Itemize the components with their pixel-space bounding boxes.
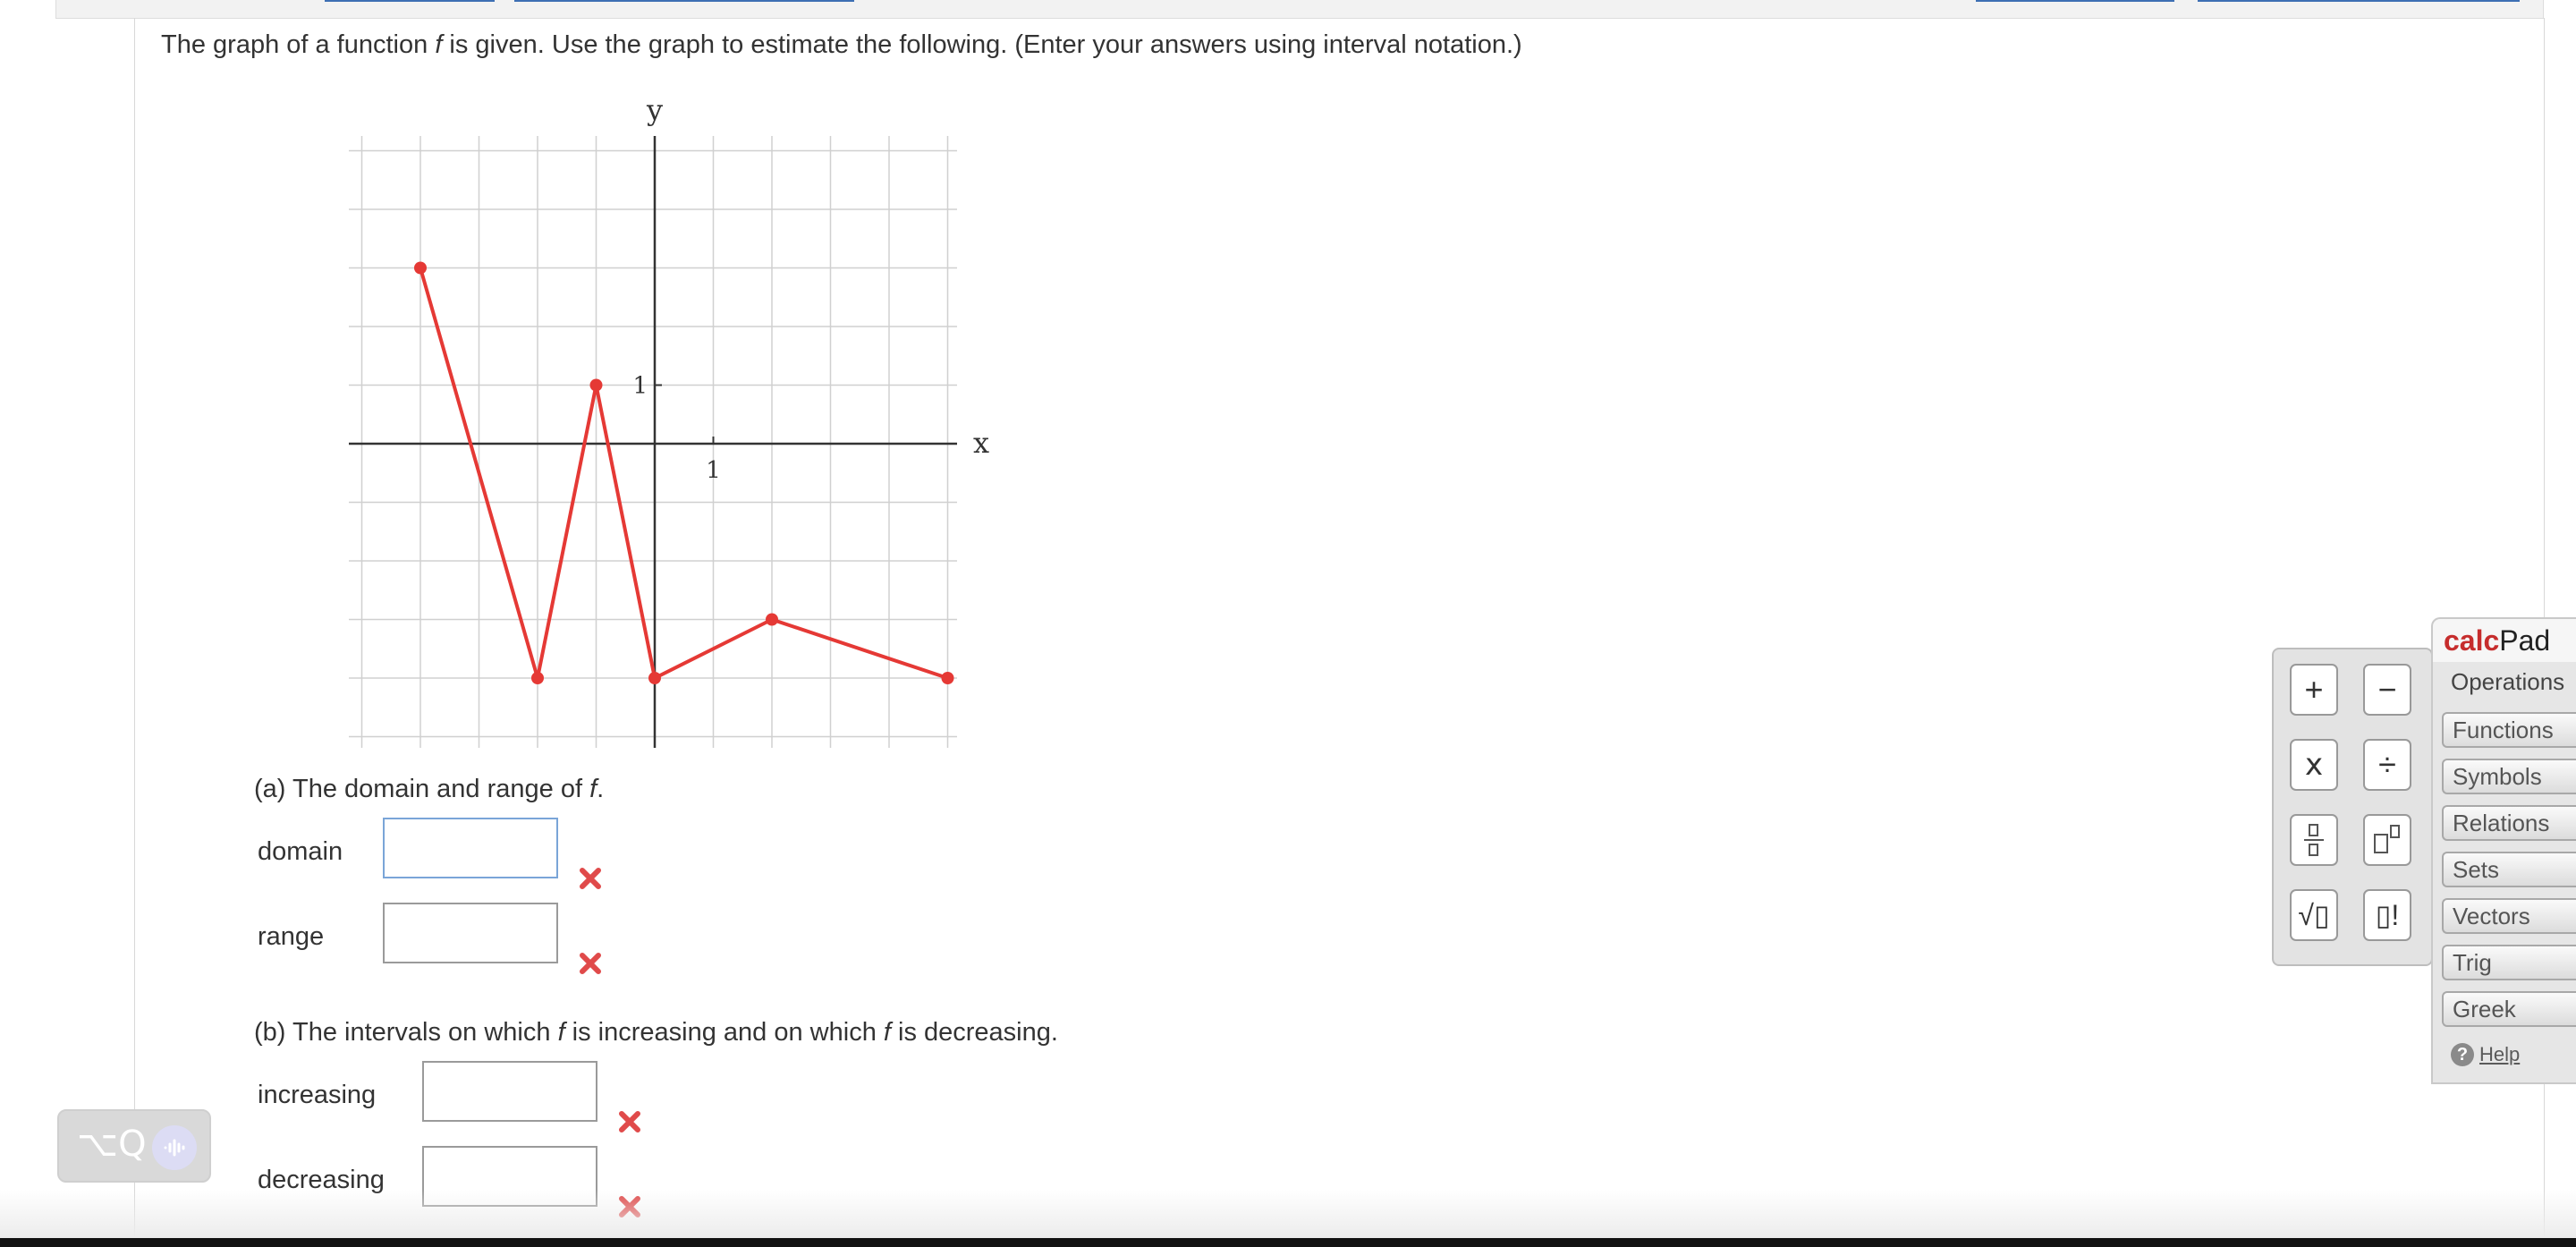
- floating-shortcut-widget[interactable]: ⌥Q: [57, 1109, 211, 1183]
- grid: [349, 136, 957, 748]
- factorial-key[interactable]: ▯!: [2363, 889, 2411, 941]
- part-b-prompt: (b) The intervals on which f is increasi…: [254, 1018, 1058, 1048]
- function-name: f: [883, 1018, 891, 1047]
- x-mark-icon: [619, 1111, 640, 1132]
- fraction-icon: [2304, 824, 2324, 856]
- help-link-group[interactable]: ? Help: [2451, 1043, 2520, 1066]
- divide-key[interactable]: ÷: [2363, 739, 2411, 791]
- increasing-label: increasing: [258, 1081, 377, 1109]
- help-link[interactable]: Help: [2479, 1043, 2520, 1066]
- part-a-text: (a) The domain and range of: [254, 775, 590, 803]
- top-tab-indicator: [514, 0, 854, 2]
- calcpad-keys-panel: + − x ÷ √▯ ▯!: [2272, 648, 2433, 966]
- function-graph: y x 1 1: [349, 93, 989, 748]
- x-tick-label: 1: [706, 457, 721, 484]
- bottom-bar: [0, 1238, 2576, 1247]
- closed-point: [941, 672, 954, 684]
- tab-greek[interactable]: Greek: [2442, 991, 2576, 1027]
- axes: [349, 136, 957, 748]
- calcpad-title-pad: Pad: [2499, 624, 2551, 657]
- tab-sets[interactable]: Sets: [2442, 852, 2576, 887]
- y-axis-label: y: [646, 93, 663, 127]
- top-tab-indicator: [2198, 0, 2520, 2]
- content-left-border: [134, 18, 135, 1247]
- question-mark-icon: ?: [2451, 1043, 2474, 1066]
- part-b-text: (b) The intervals on which: [254, 1018, 558, 1047]
- function-name: f: [557, 1018, 565, 1047]
- exponent-icon: [2374, 825, 2400, 853]
- minus-key[interactable]: −: [2363, 664, 2411, 716]
- plus-key[interactable]: +: [2290, 664, 2338, 716]
- question-text-end: is given. Use the graph to estimate the …: [442, 30, 1522, 59]
- question-text-start: The graph of a function: [161, 30, 436, 59]
- fraction-key[interactable]: [2290, 814, 2338, 866]
- multiply-key[interactable]: x: [2290, 739, 2338, 791]
- tab-trig[interactable]: Trig: [2442, 945, 2576, 980]
- top-tab-indicator: [325, 0, 495, 2]
- part-b-text: is decreasing.: [890, 1018, 1058, 1047]
- tab-functions[interactable]: Functions: [2442, 712, 2576, 748]
- y-tick-label: 1: [632, 373, 648, 400]
- part-a-prompt: (a) The domain and range of f.: [254, 775, 604, 804]
- part-b-text: is increasing and on which: [564, 1018, 884, 1047]
- voice-icon[interactable]: [152, 1125, 197, 1170]
- function-curve: [419, 267, 949, 681]
- increasing-input[interactable]: [422, 1061, 597, 1122]
- x-mark-icon: [580, 868, 601, 889]
- exponent-key[interactable]: [2363, 814, 2411, 866]
- closed-point: [414, 261, 427, 275]
- question-text: The graph of a function f is given. Use …: [161, 30, 1522, 60]
- calcpad-title-calc: calc: [2444, 624, 2500, 657]
- range-input[interactable]: [383, 903, 558, 963]
- calcpad-title: calcPad: [2444, 624, 2550, 657]
- range-label: range: [258, 922, 325, 951]
- closed-point: [531, 672, 544, 684]
- waveform-icon: [164, 1139, 185, 1157]
- top-tab-indicator: [1976, 0, 2174, 2]
- x-mark-icon: [580, 953, 601, 974]
- shortcut-label: ⌥Q: [77, 1124, 147, 1165]
- function-name: f: [589, 775, 597, 803]
- x-axis-label: x: [973, 426, 989, 460]
- tab-relations[interactable]: Relations: [2442, 805, 2576, 841]
- tab-symbols[interactable]: Symbols: [2442, 759, 2576, 794]
- top-toolbar-strip: [55, 0, 2544, 19]
- closed-point: [648, 672, 661, 684]
- bottom-fade: [0, 1190, 2576, 1238]
- closed-point: [766, 613, 778, 626]
- curve-points: [414, 261, 954, 684]
- tab-vectors[interactable]: Vectors: [2442, 898, 2576, 934]
- sqrt-key[interactable]: √▯: [2290, 889, 2338, 941]
- part-a-period: .: [597, 775, 605, 803]
- tab-operations[interactable]: Operations: [2442, 666, 2576, 701]
- closed-point: [589, 378, 603, 392]
- domain-input[interactable]: [383, 818, 558, 878]
- domain-label: domain: [258, 837, 343, 866]
